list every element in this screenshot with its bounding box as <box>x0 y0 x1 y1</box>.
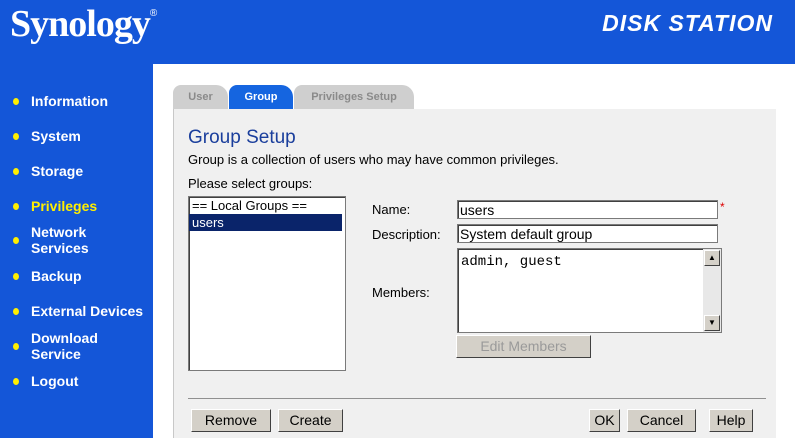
sidebar-item-label: Backup <box>31 268 82 284</box>
page-title: Group Setup <box>188 127 296 148</box>
members-scrollbar[interactable]: ▲ ▼ <box>703 249 721 332</box>
sidebar-item-label: Download <box>31 330 98 346</box>
sidebar-item-storage[interactable]: Storage <box>13 163 83 179</box>
bullet-icon <box>13 273 19 280</box>
tab-group[interactable]: Group <box>229 85 293 109</box>
sidebar: Information System Storage Privileges Ne… <box>0 64 153 438</box>
main-content: User Group Privileges Setup Group Setup … <box>153 64 795 438</box>
bullet-icon <box>13 343 19 350</box>
members-textarea[interactable]: admin, guest ▲ ▼ <box>457 248 722 333</box>
sidebar-item-external-devices[interactable]: External Devices <box>13 303 143 319</box>
page-description: Group is a collection of users who may h… <box>188 152 559 167</box>
members-label: Members: <box>372 285 430 300</box>
required-marker: * <box>720 200 725 214</box>
sidebar-item-label: Logout <box>31 373 79 389</box>
members-text: admin, guest <box>461 254 562 270</box>
bullet-icon <box>13 133 19 140</box>
sidebar-item-label: System <box>31 128 81 144</box>
sidebar-item-label: Privileges <box>31 198 98 214</box>
bullet-icon <box>13 203 19 210</box>
sidebar-item-label: Service <box>31 346 81 362</box>
sidebar-item-information[interactable]: Information <box>13 93 108 109</box>
sidebar-item-network-services[interactable]: Network Services <box>13 224 89 256</box>
group-setup-panel: Group Setup Group is a collection of use… <box>173 109 776 438</box>
name-label: Name: <box>372 202 411 217</box>
cancel-button[interactable]: Cancel <box>627 409 696 432</box>
description-label: Description: <box>372 227 441 242</box>
disk-station-brand: DISK STATION <box>602 10 773 36</box>
sidebar-item-label: Storage <box>31 163 84 179</box>
list-item[interactable]: == Local Groups == <box>189 197 345 214</box>
sidebar-item-label: External Devices <box>31 303 144 319</box>
bullet-icon <box>13 98 19 105</box>
help-button[interactable]: Help <box>709 409 753 432</box>
bullet-icon <box>13 237 19 244</box>
logo-text: Synology <box>10 3 151 45</box>
header: Synology® DISK STATION <box>0 0 795 64</box>
sidebar-item-label: Services <box>31 240 89 256</box>
groups-listbox[interactable]: == Local Groups == users <box>188 196 346 371</box>
scroll-down-arrow-icon[interactable]: ▼ <box>704 315 720 331</box>
bullet-icon <box>13 168 19 175</box>
ok-button[interactable]: OK <box>589 409 620 432</box>
bullet-icon <box>13 378 19 385</box>
tab-privileges-setup[interactable]: Privileges Setup <box>294 85 414 109</box>
sidebar-item-label: Network <box>31 224 87 240</box>
logo-registered-mark: ® <box>149 8 157 19</box>
sidebar-item-backup[interactable]: Backup <box>13 268 82 284</box>
description-field[interactable]: System default group <box>457 224 718 243</box>
remove-button[interactable]: Remove <box>191 409 271 432</box>
sidebar-item-download-service[interactable]: Download Service <box>13 330 98 362</box>
bullet-icon <box>13 308 19 315</box>
sidebar-item-privileges[interactable]: Privileges <box>13 198 97 214</box>
tab-user[interactable]: User <box>173 85 228 109</box>
list-item-selected[interactable]: users <box>189 214 342 231</box>
synology-logo: Synology® <box>10 2 157 46</box>
edit-members-button[interactable]: Edit Members <box>456 335 591 358</box>
create-button[interactable]: Create <box>278 409 343 432</box>
sidebar-item-label: Information <box>31 93 108 109</box>
sidebar-item-logout[interactable]: Logout <box>13 373 78 389</box>
divider <box>188 398 766 399</box>
select-groups-label: Please select groups: <box>188 176 313 191</box>
sidebar-item-system[interactable]: System <box>13 128 81 144</box>
name-field[interactable]: users <box>457 200 718 219</box>
scroll-up-arrow-icon[interactable]: ▲ <box>704 250 720 266</box>
